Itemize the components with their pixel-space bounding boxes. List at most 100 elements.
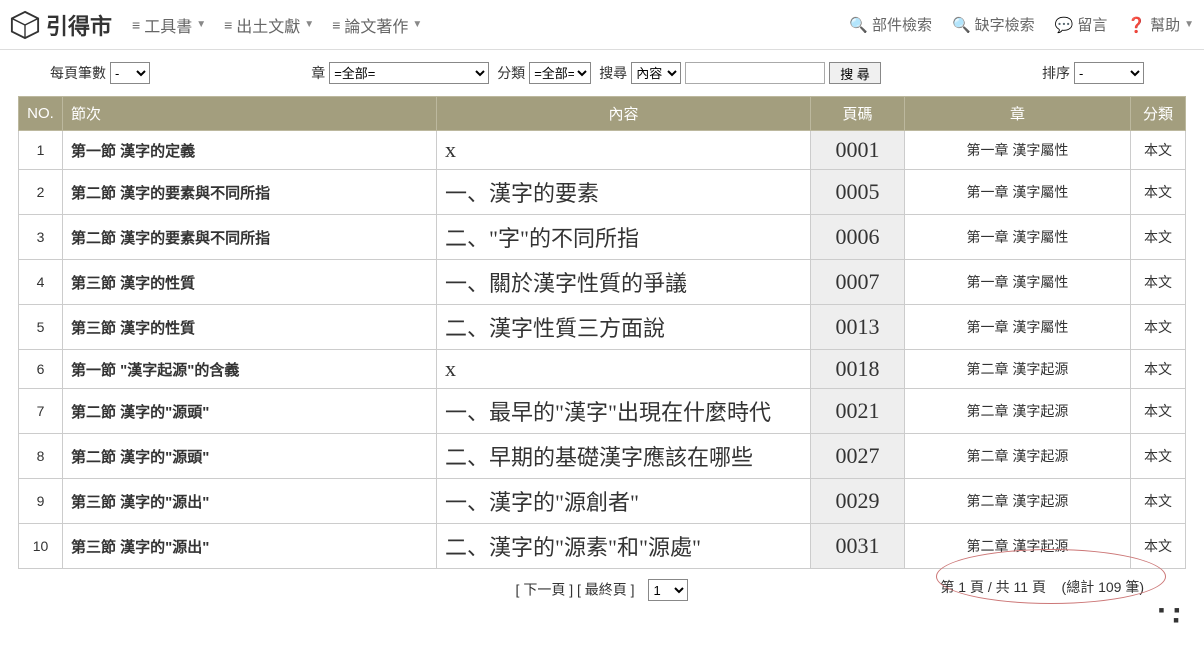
cell-category: 本文: [1131, 305, 1186, 350]
cell-page[interactable]: 0005: [811, 170, 905, 215]
cell-chapter: 第一章 漢字屬性: [905, 215, 1131, 260]
cell-page[interactable]: 0021: [811, 389, 905, 434]
cell-content: 二、"字"的不同所指: [437, 215, 811, 260]
cell-chapter: 第二章 漢字起源: [905, 389, 1131, 434]
filter-bar: 每頁筆數 - 章 =全部= 分類 =全部= 搜尋 內容 搜 尋 排序 -: [0, 50, 1204, 96]
sort-group: 排序 -: [1042, 62, 1144, 84]
cell-no: 9: [19, 479, 63, 524]
search-input[interactable]: [685, 62, 825, 84]
th-no: NO.: [19, 97, 63, 131]
th-page: 頁碼: [811, 97, 905, 131]
cell-chapter: 第二章 漢字起源: [905, 434, 1131, 479]
search-icon: 🔍: [952, 16, 971, 34]
cell-page[interactable]: 0018: [811, 350, 905, 389]
logo[interactable]: 引得市: [10, 9, 112, 41]
nav-message[interactable]: 💬留言: [1055, 14, 1108, 35]
nav-papers[interactable]: ≡論文著作▼: [332, 13, 422, 37]
cell-no: 1: [19, 131, 63, 170]
caret-down-icon: ▼: [1184, 19, 1194, 30]
caret-down-icon: ▼: [412, 19, 422, 30]
cell-category: 本文: [1131, 260, 1186, 305]
table-row: 3第二節 漢字的要素與不同所指二、"字"的不同所指0006第一章 漢字屬性本文: [19, 215, 1186, 260]
cell-category: 本文: [1131, 479, 1186, 524]
search-label: 搜尋: [599, 63, 627, 83]
cell-content: 一、關於漢字性質的爭議: [437, 260, 811, 305]
cell-content: x: [437, 131, 811, 170]
cell-content: 二、漢字的"源素"和"源處": [437, 524, 811, 569]
cell-content: 二、早期的基礎漢字應該在哪些: [437, 434, 811, 479]
corner-decoration: ▪ ▪ ▪: [1158, 605, 1182, 625]
nav-left: ≡工具書▼ ≡出土文獻▼ ≡論文著作▼: [132, 13, 422, 37]
sort-select[interactable]: -: [1074, 62, 1144, 84]
nav-missing-search[interactable]: 🔍缺字檢索: [952, 14, 1035, 35]
cell-no: 2: [19, 170, 63, 215]
cell-section: 第一節 "漢字起源"的含義: [63, 350, 437, 389]
nav-right: 🔍部件檢索 🔍缺字檢索 💬留言 ❓幫助▼: [849, 14, 1194, 35]
cell-page[interactable]: 0001: [811, 131, 905, 170]
nav-tools-label: 工具書: [144, 13, 192, 37]
cell-chapter: 第二章 漢字起源: [905, 479, 1131, 524]
cell-content: 一、最早的"漢字"出現在什麼時代: [437, 389, 811, 434]
menu-icon: ≡: [132, 17, 140, 33]
category-group: 分類 =全部=: [497, 62, 591, 84]
category-select[interactable]: =全部=: [529, 62, 591, 84]
cell-no: 8: [19, 434, 63, 479]
cell-no: 7: [19, 389, 63, 434]
cell-chapter: 第一章 漢字屬性: [905, 305, 1131, 350]
nav-papers-label: 論文著作: [344, 13, 408, 37]
cell-section: 第三節 漢字的性質: [63, 305, 437, 350]
cell-category: 本文: [1131, 389, 1186, 434]
cell-content: 二、漢字性質三方面說: [437, 305, 811, 350]
cell-page[interactable]: 0013: [811, 305, 905, 350]
cell-section: 第二節 漢字的要素與不同所指: [63, 170, 437, 215]
next-page-link[interactable]: [ 下一頁 ]: [516, 582, 574, 598]
cell-chapter: 第一章 漢字屬性: [905, 131, 1131, 170]
page-summary-total: (總計 109 筆): [1062, 579, 1144, 595]
cell-section: 第二節 漢字的"源頭": [63, 434, 437, 479]
cell-content: 一、漢字的"源創者": [437, 479, 811, 524]
search-icon: 🔍: [849, 16, 868, 34]
table-row: 1第一節 漢字的定義x0001第一章 漢字屬性本文: [19, 131, 1186, 170]
category-label: 分類: [497, 63, 525, 83]
chapter-group: 章 =全部=: [311, 62, 489, 84]
cell-page[interactable]: 0027: [811, 434, 905, 479]
menu-icon: ≡: [224, 17, 232, 33]
help-icon: ❓: [1127, 16, 1146, 34]
table-row: 4第三節 漢字的性質一、關於漢字性質的爭議0007第一章 漢字屬性本文: [19, 260, 1186, 305]
caret-down-icon: ▼: [304, 19, 314, 30]
table-row: 6第一節 "漢字起源"的含義x0018第二章 漢字起源本文: [19, 350, 1186, 389]
navbar: 引得市 ≡工具書▼ ≡出土文獻▼ ≡論文著作▼ 🔍部件檢索 🔍缺字檢索 💬留言 …: [0, 0, 1204, 50]
nav-part-search[interactable]: 🔍部件檢索: [849, 14, 932, 35]
cell-page[interactable]: 0029: [811, 479, 905, 524]
cell-chapter: 第一章 漢字屬性: [905, 260, 1131, 305]
cell-no: 4: [19, 260, 63, 305]
chapter-select[interactable]: =全部=: [329, 62, 489, 84]
chapter-label: 章: [311, 63, 325, 83]
nav-unearthed[interactable]: ≡出土文獻 ▼: [224, 13, 314, 37]
cell-page[interactable]: 0006: [811, 215, 905, 260]
page-summary: 第 1 頁 / 共 11 頁 (總計 109 筆): [940, 577, 1144, 597]
nav-unearthed-label: 出土文獻: [236, 13, 300, 37]
search-button[interactable]: 搜 尋: [829, 62, 881, 84]
nav-tools[interactable]: ≡工具書▼: [132, 13, 206, 37]
cell-page[interactable]: 0007: [811, 260, 905, 305]
cell-section: 第二節 漢字的"源頭": [63, 389, 437, 434]
page-select[interactable]: 1: [648, 579, 688, 601]
th-category: 分類: [1131, 97, 1186, 131]
per-page-select[interactable]: -: [110, 62, 150, 84]
nav-help[interactable]: ❓幫助▼: [1127, 14, 1194, 35]
cell-section: 第一節 漢字的定義: [63, 131, 437, 170]
table-row: 5第三節 漢字的性質二、漢字性質三方面說0013第一章 漢字屬性本文: [19, 305, 1186, 350]
last-page-link[interactable]: [ 最終頁 ]: [577, 582, 635, 598]
results-table: NO. 節次 內容 頁碼 章 分類 1第一節 漢字的定義x0001第一章 漢字屬…: [18, 96, 1186, 569]
cell-category: 本文: [1131, 131, 1186, 170]
cell-category: 本文: [1131, 170, 1186, 215]
cell-category: 本文: [1131, 350, 1186, 389]
cell-page[interactable]: 0031: [811, 524, 905, 569]
cell-category: 本文: [1131, 524, 1186, 569]
nav-missing-search-label: 缺字檢索: [975, 14, 1035, 35]
cell-category: 本文: [1131, 434, 1186, 479]
table-row: 8第二節 漢字的"源頭"二、早期的基礎漢字應該在哪些0027第二章 漢字起源本文: [19, 434, 1186, 479]
sort-label: 排序: [1042, 63, 1070, 83]
search-field-select[interactable]: 內容: [631, 62, 681, 84]
